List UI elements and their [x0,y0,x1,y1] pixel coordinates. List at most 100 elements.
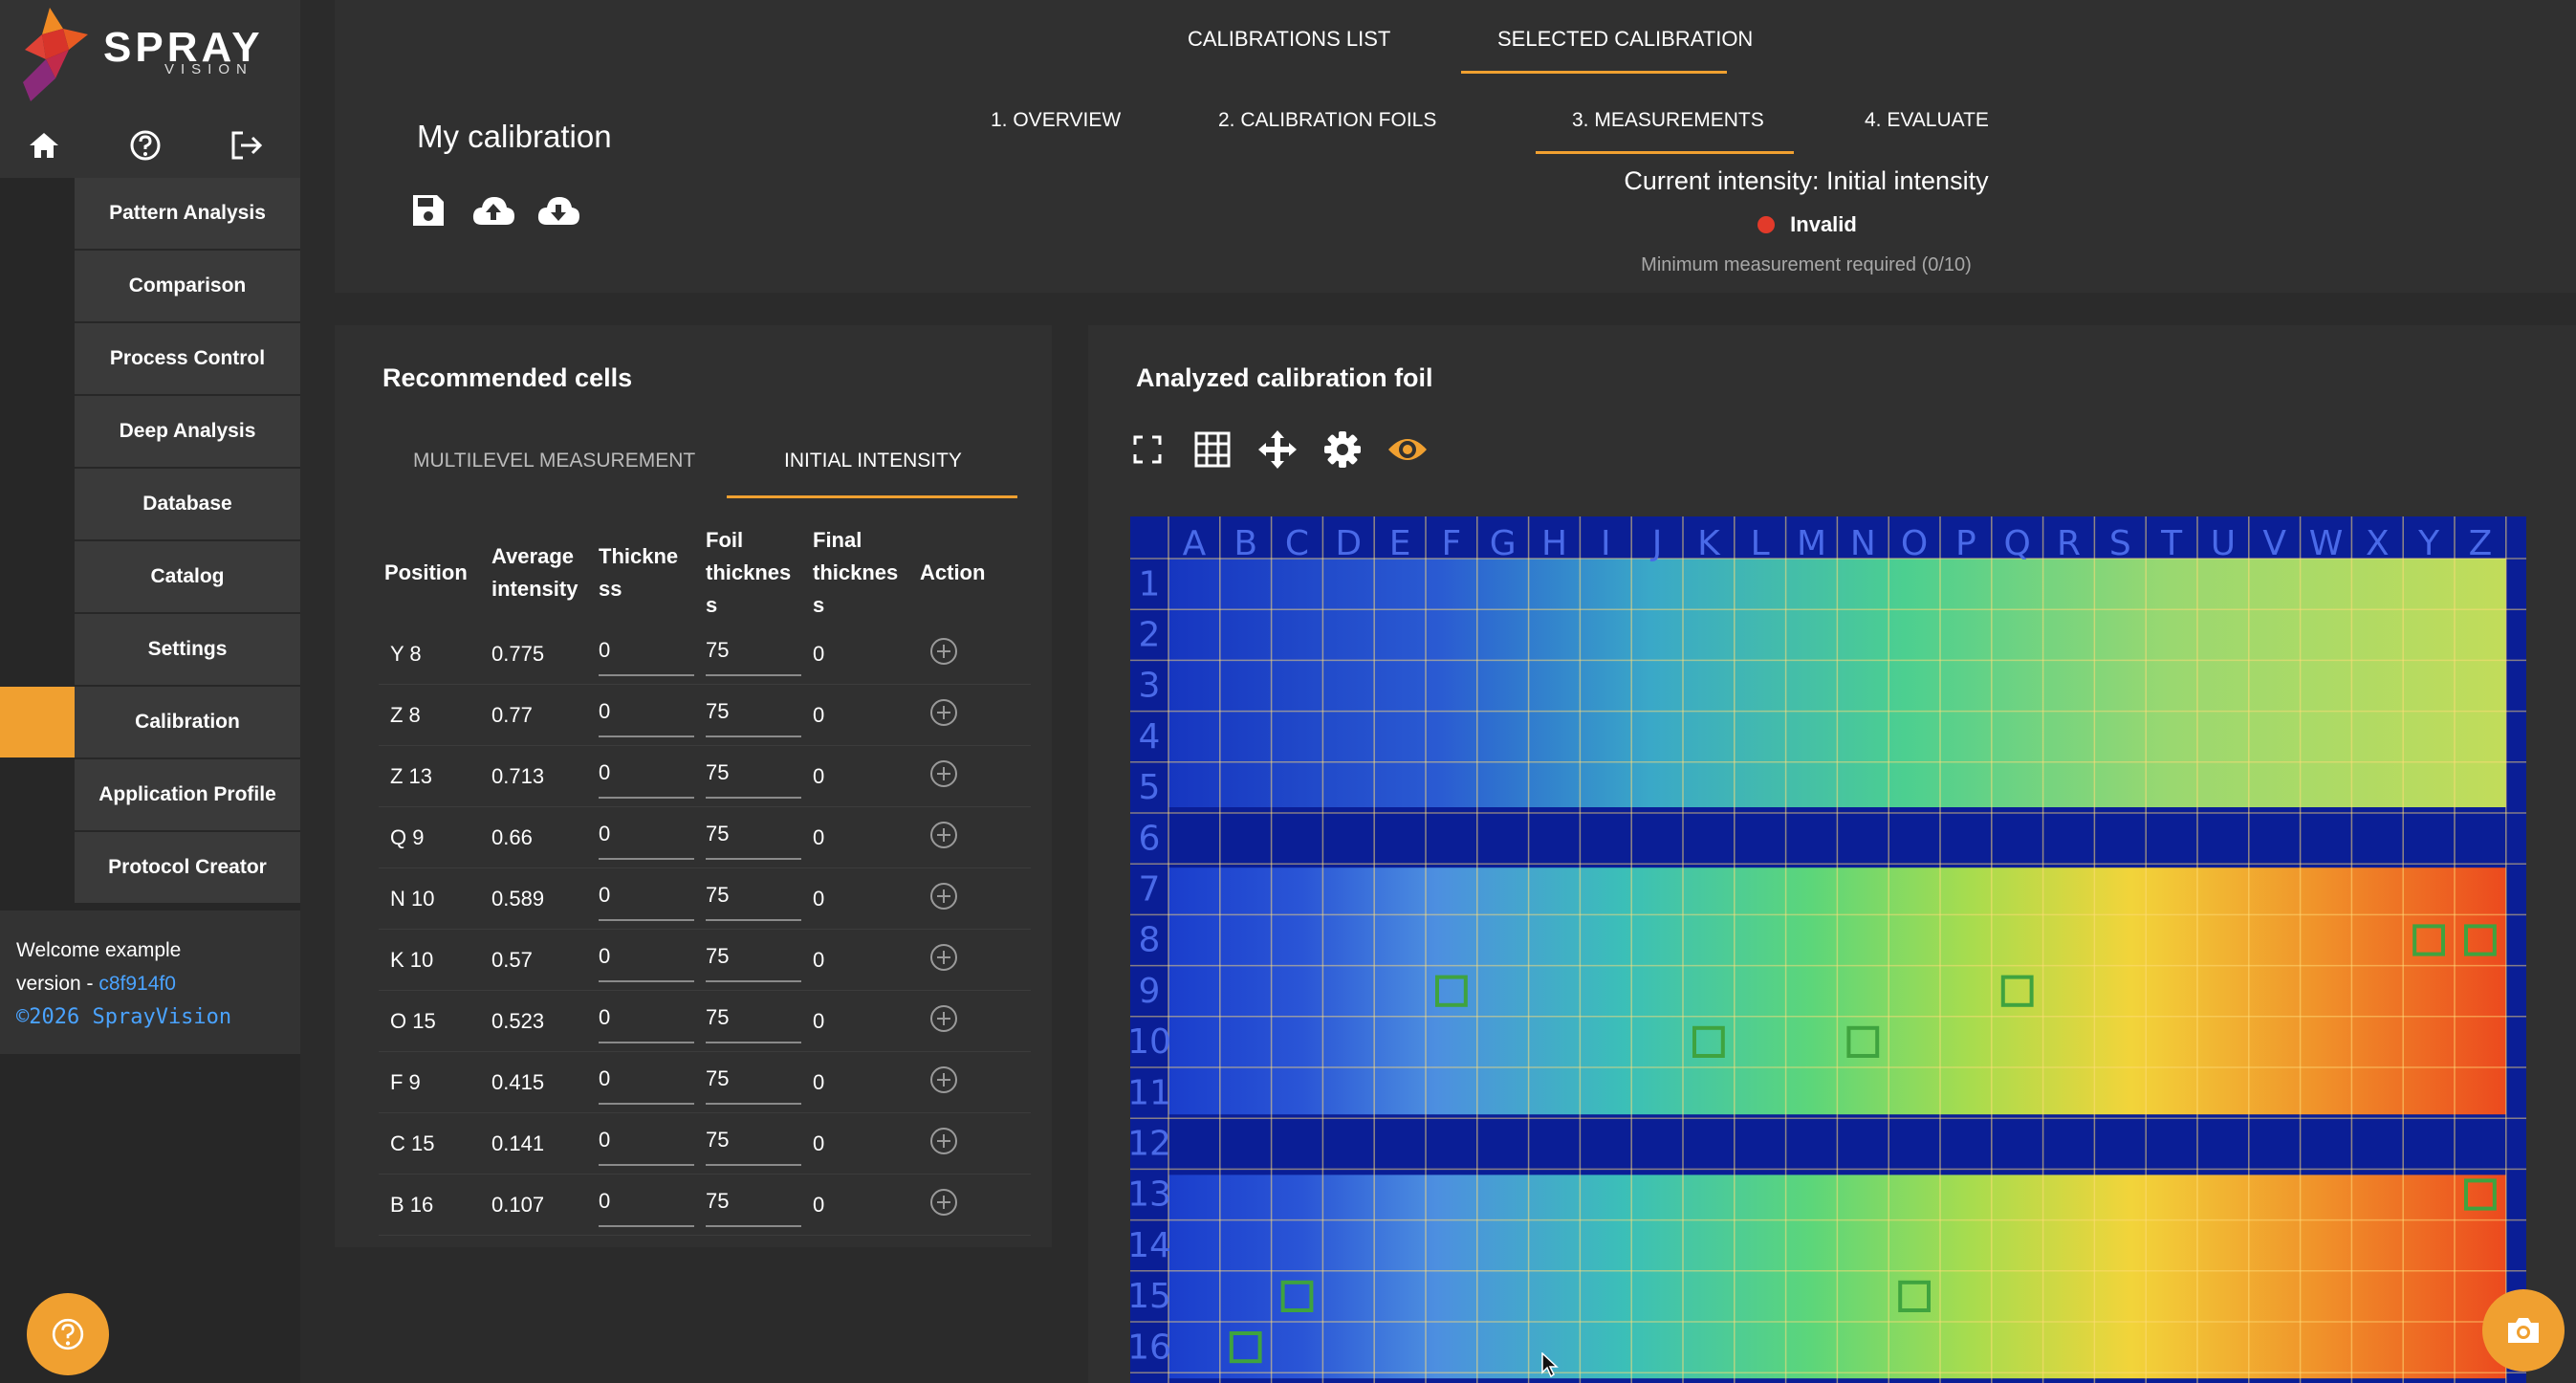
foil-thickness-input[interactable]: 75 [706,999,801,1043]
foil-column-label: Z [2469,524,2493,563]
foil-column-label: F [1442,524,1462,563]
final-thickness-value: 0 [813,1192,825,1217]
fullscreen-icon[interactable] [1124,427,1170,472]
thickness-cell: 0 [593,929,700,991]
thickness-input[interactable]: 0 [599,1061,694,1105]
camera-button[interactable] [2482,1289,2565,1372]
final-thickness-value: 0 [813,886,825,911]
foil-thickness-input[interactable]: 75 [706,1183,801,1227]
position-cell: B 16 [379,1174,486,1236]
average-intensity-value: 0.77 [491,702,533,727]
final-thickness-cell: 0 [807,867,914,930]
average-intensity-cell: 0.775 [486,624,593,685]
add-circle-icon[interactable] [929,821,958,849]
foil-thickness-input[interactable]: 75 [706,1061,801,1105]
recommended-cells-title: Recommended cells [382,363,633,392]
action-cell [914,684,1031,746]
thickness-input[interactable]: 0 [599,1183,694,1227]
step-measurements[interactable]: 3. MEASUREMENTS [1572,109,1764,132]
foil-thickness-input[interactable]: 75 [706,1122,801,1166]
foil-row-label: 15 [1130,1277,1171,1316]
grid-icon[interactable] [1190,427,1235,472]
average-intensity-cell: 0.589 [486,867,593,930]
logout-icon[interactable] [228,126,266,165]
mouse-cursor [1541,1352,1559,1377]
add-circle-icon[interactable] [929,882,958,911]
home-icon[interactable] [25,126,63,165]
sidebar-item-comparison[interactable]: Comparison [75,251,300,321]
thickness-input[interactable]: 0 [599,999,694,1043]
analyzed-foil-title: Analyzed calibration foil [1136,363,1433,392]
sidebar-item-row: Calibration [0,687,300,759]
foil-thickness-input[interactable]: 75 [706,632,801,676]
sidebar-item-application-profile[interactable]: Application Profile [75,759,300,830]
add-circle-icon[interactable] [929,943,958,972]
help-icon[interactable] [126,126,164,165]
sidebar-item-deep-analysis[interactable]: Deep Analysis [75,396,300,467]
version-link[interactable]: c8f914f0 [98,973,176,995]
add-circle-icon[interactable] [929,759,958,788]
sidebar-item-protocol-creator[interactable]: Protocol Creator [75,832,300,903]
step-overview[interactable]: 1. OVERVIEW [991,109,1121,132]
thickness-input[interactable]: 0 [599,877,694,921]
add-circle-icon[interactable] [929,1004,958,1033]
average-intensity-value: 0.713 [491,763,545,788]
foil-column-label: E [1389,524,1411,563]
foil-column-label: V [2262,524,2286,563]
foil-thickness-input[interactable]: 75 [706,693,801,737]
foil-row-label: 10 [1130,1022,1171,1062]
final-thickness-cell: 0 [807,929,914,991]
tab-calibrations-list[interactable]: CALIBRATIONS LIST [1188,27,1390,52]
final-thickness-cell: 0 [807,990,914,1052]
logo-subtitle: VISION [164,61,253,77]
tab-selected-calibration[interactable]: SELECTED CALIBRATION [1497,27,1753,52]
calibration-foil-image[interactable]: A B C D E F G H I J K L M N O P Q R S T U V W X Y Z12345678910111… [1130,516,2526,1383]
eye-icon[interactable] [1385,427,1430,472]
table-row: B 16 0.107 0 75 0 [379,1174,1031,1236]
foil-column-label: Y [2417,524,2440,563]
action-cell [914,929,1031,991]
help-button[interactable] [27,1293,109,1375]
sidebar-item-database[interactable]: Database [75,469,300,539]
table-row: C 15 0.141 0 75 0 [379,1112,1031,1174]
final-thickness-value: 0 [813,1008,825,1033]
foil-thickness-input[interactable]: 75 [706,877,801,921]
add-circle-icon[interactable] [929,1065,958,1094]
foil-thickness-input[interactable]: 75 [706,755,801,799]
position-cell: K 10 [379,929,486,991]
thickness-input[interactable]: 0 [599,755,694,799]
thickness-input[interactable]: 0 [599,693,694,737]
thickness-input[interactable]: 0 [599,632,694,676]
average-intensity-cell: 0.713 [486,745,593,807]
tab-initial-intensity[interactable]: INITIAL INTENSITY [784,450,962,472]
add-circle-icon[interactable] [929,637,958,666]
add-circle-icon[interactable] [929,1188,958,1217]
sidebar-item-row: Deep Analysis [0,396,300,469]
add-circle-icon[interactable] [929,698,958,727]
step-evaluate[interactable]: 4. EVALUATE [1865,109,1989,132]
thickness-input[interactable]: 0 [599,1122,694,1166]
foil-column-label: S [2109,524,2131,563]
sidebar-item-row: Comparison [0,251,300,323]
tab-multilevel-measurement[interactable]: MULTILEVEL MEASUREMENT [413,450,695,472]
table-row: K 10 0.57 0 75 0 [379,929,1031,991]
foil-thickness-input[interactable]: 75 [706,816,801,860]
settings-gear-icon[interactable] [1320,427,1365,472]
sidebar-item-catalog[interactable]: Catalog [75,541,300,612]
sidebar-item-process-control[interactable]: Process Control [75,323,300,394]
sidebar-item-settings[interactable]: Settings [75,614,300,685]
add-circle-icon[interactable] [929,1127,958,1155]
foil-thickness-input[interactable]: 75 [706,938,801,982]
upload-icon[interactable] [470,187,516,233]
save-icon[interactable] [405,187,451,233]
thickness-input[interactable]: 0 [599,938,694,982]
foil-row-label: 5 [1139,768,1161,807]
average-intensity-value: 0.415 [491,1069,545,1094]
download-icon[interactable] [535,187,581,233]
sidebar-item-pattern-analysis[interactable]: Pattern Analysis [75,178,300,249]
step-calibration-foils[interactable]: 2. CALIBRATION FOILS [1218,109,1436,132]
sidebar-item-calibration[interactable]: Calibration [75,687,300,757]
move-icon[interactable] [1255,427,1300,472]
thickness-input[interactable]: 0 [599,816,694,860]
recommended-cells-table: Position Average intensity Thickne ss Foil… [379,522,1031,1236]
